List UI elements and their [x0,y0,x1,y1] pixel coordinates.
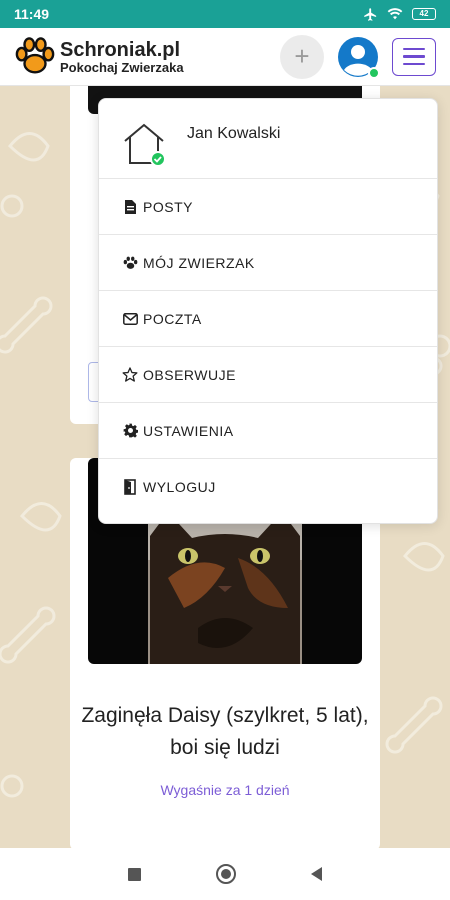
back-icon[interactable] [311,867,323,881]
status-time: 11:49 [14,6,50,22]
menu-item-label: OBSERWUJE [143,366,236,383]
post-title[interactable]: Zaginęła Daisy (szylkret, 5 lat), boi si… [80,700,370,764]
user-name: Jan Kowalski [187,125,281,142]
wifi-icon [387,8,403,20]
logo-subtitle: Pokochaj Zwierzaka [60,59,184,75]
post-expiry: Wygaśnie za 1 dzień [160,782,290,798]
hamburger-menu-button[interactable] [392,37,436,76]
airplane-icon [364,7,377,21]
battery-icon: 42 [412,8,436,20]
menu-item-label: WYLOGUJ [143,479,216,495]
online-indicator [368,66,380,79]
avatar[interactable] [338,36,380,79]
logo-title: Schroniak.pl [60,38,181,61]
menu-item-label: MÓJ ZWIERZAK [143,254,255,271]
menu-item-posty[interactable]: POSTY [99,179,437,235]
dropdown-header: Jan Kowalski [99,99,437,179]
status-bar: 11:49 42 [0,0,450,28]
menu-item-wyloguj[interactable]: WYLOGUJ [99,459,437,515]
menu-item-ustawienia[interactable]: USTAWIENIA [99,403,437,459]
app-header: Schroniak.pl Pokochaj Zwierzaka + [0,28,450,86]
door-icon [121,479,139,495]
house-icon [121,121,167,167]
recent-apps-icon[interactable] [127,867,141,881]
user-dropdown-menu: Jan Kowalski POSTY MÓJ ZWIERZAK POCZTA O… [98,98,438,524]
logo[interactable]: Schroniak.pl Pokochaj Zwierzaka [14,36,184,78]
menu-item-moj-zwierzak[interactable]: MÓJ ZWIERZAK [99,235,437,291]
home-icon[interactable] [215,864,236,884]
menu-item-label: POCZTA [143,310,202,327]
status-icons: 42 [363,7,436,22]
star-icon [121,367,139,383]
gear-icon [121,423,139,439]
system-navigation-bar [0,848,450,900]
document-icon [121,199,139,215]
menu-item-label: POSTY [143,198,193,215]
menu-item-label: USTAWIENIA [143,422,234,439]
paw-logo-icon [15,36,55,73]
paw-icon [121,255,139,271]
menu-item-obserwuje[interactable]: OBSERWUJE [99,347,437,403]
add-post-button[interactable]: + [280,34,324,79]
envelope-icon [121,311,139,327]
menu-item-poczta[interactable]: POCZTA [99,291,437,347]
